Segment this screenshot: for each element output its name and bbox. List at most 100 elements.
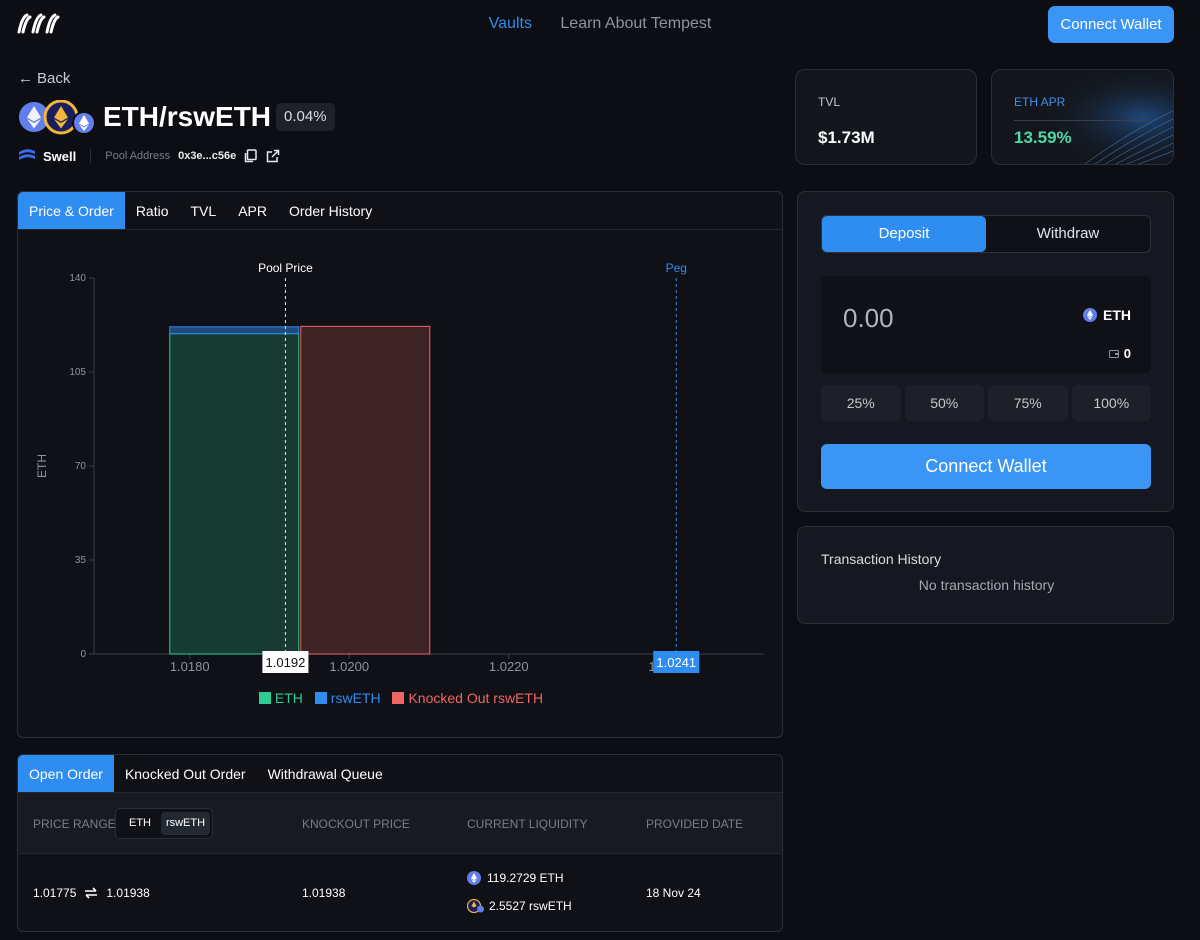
- chart-legend: ETH rswETH Knocked Out rswETH: [18, 690, 782, 706]
- y-tick-label: 140: [69, 273, 86, 284]
- tab-order-history[interactable]: Order History: [278, 192, 383, 229]
- pool-address-label: Pool Address: [105, 150, 171, 162]
- swell-icon: [19, 149, 35, 160]
- unit-eth-option[interactable]: ETH: [120, 812, 160, 835]
- x-tick-label: 1.0180: [170, 659, 210, 674]
- deposit-tab[interactable]: Deposit: [822, 216, 986, 252]
- back-label: Back: [37, 70, 71, 87]
- pool-meta: Swell Pool Address 0x3e...c56e: [17, 146, 288, 166]
- apr-divider: [1014, 120, 1150, 121]
- header-price-range: PRICE RANGE: [33, 817, 116, 831]
- apr-card: ETH APR 13.59%: [991, 69, 1174, 165]
- tx-history-empty: No transaction history: [918, 577, 1055, 593]
- legend-swatch: [392, 692, 405, 704]
- tab-tvl[interactable]: TVL: [180, 192, 228, 229]
- range-low: 1.01775: [33, 886, 77, 900]
- knockout-price-cell: 1.01938: [302, 886, 346, 900]
- x-tick-label: 1.0200: [329, 659, 369, 674]
- eth-icon: [467, 871, 481, 885]
- tvl-label: TVL: [818, 95, 841, 109]
- tab-price-order[interactable]: Price & Order: [18, 192, 125, 229]
- apr-label: ETH APR: [1014, 95, 1066, 109]
- tab-apr[interactable]: APR: [227, 192, 278, 229]
- provided-date-cell: 18 Nov 24: [646, 886, 701, 900]
- legend-item-rsweth[interactable]: rswETH: [314, 690, 381, 706]
- percent-100-button[interactable]: 100%: [1071, 385, 1151, 421]
- price-range-cell: 1.01775 1.01938: [33, 886, 150, 900]
- header-knockout-price: KNOCKOUT PRICE: [302, 817, 410, 831]
- protocol-name: Swell: [43, 148, 77, 164]
- wallet-icon: [1108, 349, 1119, 358]
- tvl-value: $1.73M: [818, 128, 875, 147]
- liquidity-eth-value: 119.2729 ETH: [487, 871, 564, 885]
- arrow-left-icon: ←: [18, 70, 33, 87]
- liquidity-rsweth-value: 2.5527 rswETH: [489, 899, 572, 913]
- pair-token-icons: [17, 100, 96, 135]
- connect-wallet-main-button[interactable]: Connect Wallet: [821, 444, 1151, 489]
- liquidity-eth: 119.2729 ETH: [467, 871, 564, 885]
- y-tick-label: 35: [75, 555, 87, 566]
- liquidity-chart[interactable]: 0 35 70 105 140 ETH 1.0180 1.0200 1.0220 1.0241 Po…: [18, 230, 783, 690]
- tab-withdrawal-queue[interactable]: Withdrawal Queue: [257, 755, 394, 792]
- amount-input[interactable]: 0.00: [843, 303, 894, 334]
- x-tick-label: 1.0220: [489, 659, 529, 674]
- peg-value: 1.0241: [656, 655, 696, 670]
- chart-tabs: Price & Order Ratio TVL APR Order Histor…: [18, 192, 782, 230]
- nav-learn[interactable]: Learn About Tempest: [560, 15, 711, 32]
- fee-badge: 0.04%: [276, 103, 335, 131]
- divider: [90, 149, 92, 163]
- percent-75-button[interactable]: 75%: [988, 385, 1068, 421]
- withdraw-tab[interactable]: Withdraw: [986, 216, 1150, 252]
- pair-title: ETH/rswETH: [103, 101, 272, 132]
- percent-25-button[interactable]: 25%: [821, 385, 901, 421]
- deposit-withdraw-toggle: Deposit Withdraw: [821, 215, 1151, 253]
- apr-value: 13.59%: [1014, 128, 1072, 147]
- bar-eth: [169, 333, 300, 655]
- nav-vaults[interactable]: Vaults: [489, 15, 532, 32]
- balance-value: 0: [1123, 346, 1131, 361]
- token-label: ETH: [1103, 307, 1131, 323]
- peg-label: Peg: [666, 261, 687, 275]
- chart-panel: Price & Order Ratio TVL APR Order Histor…: [17, 191, 783, 738]
- unit-rsweth-option[interactable]: rswETH: [161, 812, 210, 835]
- legend-item-knocked-out[interactable]: Knocked Out rswETH: [392, 690, 543, 706]
- rsweth-icon: [467, 899, 484, 913]
- orders-table-header: PRICE RANGE ETH rswETH KNOCKOUT PRICE CU…: [18, 793, 782, 854]
- tx-history-title: Transaction History: [821, 551, 942, 567]
- y-tick-label: 105: [69, 367, 86, 378]
- transaction-history-panel: Transaction History No transaction histo…: [797, 526, 1174, 624]
- orders-panel: Open Order Knocked Out Order Withdrawal …: [17, 754, 783, 932]
- deposit-panel: Deposit Withdraw 0.00 ETH 0 25% 50% 75% …: [797, 191, 1174, 512]
- external-link-icon[interactable]: [266, 149, 280, 163]
- price-unit-toggle: ETH rswETH: [115, 808, 213, 839]
- token-selector[interactable]: ETH: [1083, 307, 1131, 323]
- bar-knocked-out-rsweth: [300, 325, 431, 655]
- top-nav: Vaults Learn About Tempest: [0, 15, 1200, 33]
- percent-50-button[interactable]: 50%: [904, 385, 984, 421]
- y-tick-label: 70: [75, 461, 87, 472]
- legend-label: ETH: [274, 690, 303, 706]
- pool-address: 0x3e...c56e: [178, 150, 237, 162]
- tab-open-order[interactable]: Open Order: [18, 755, 114, 792]
- legend-swatch: [258, 692, 271, 704]
- swap-arrows-icon: [85, 887, 98, 899]
- pool-price-value: 1.0192: [266, 655, 306, 670]
- connect-wallet-button[interactable]: Connect Wallet: [1048, 6, 1174, 43]
- amount-box: 0.00 ETH 0: [821, 276, 1151, 373]
- legend-label: Knocked Out rswETH: [408, 690, 544, 706]
- header-provided-date: PROVIDED DATE: [646, 817, 744, 831]
- liquidity-rsweth: 2.5527 rswETH: [467, 899, 572, 913]
- legend-swatch: [314, 692, 327, 704]
- copy-icon[interactable]: [244, 149, 258, 163]
- tvl-card: TVL $1.73M: [795, 69, 977, 165]
- rsweth-token-icon: [43, 100, 79, 135]
- tab-ratio[interactable]: Ratio: [125, 192, 180, 229]
- apr-card-decoration: [992, 70, 1173, 164]
- back-link[interactable]: ← Back: [18, 70, 70, 87]
- tab-knocked-out-order[interactable]: Knocked Out Order: [114, 755, 257, 792]
- y-axis-label: ETH: [35, 454, 49, 478]
- y-tick-label: 0: [80, 649, 86, 660]
- legend-item-eth[interactable]: ETH: [258, 690, 303, 706]
- range-high: 1.01938: [106, 886, 150, 900]
- pool-price-label: Pool Price: [258, 261, 313, 275]
